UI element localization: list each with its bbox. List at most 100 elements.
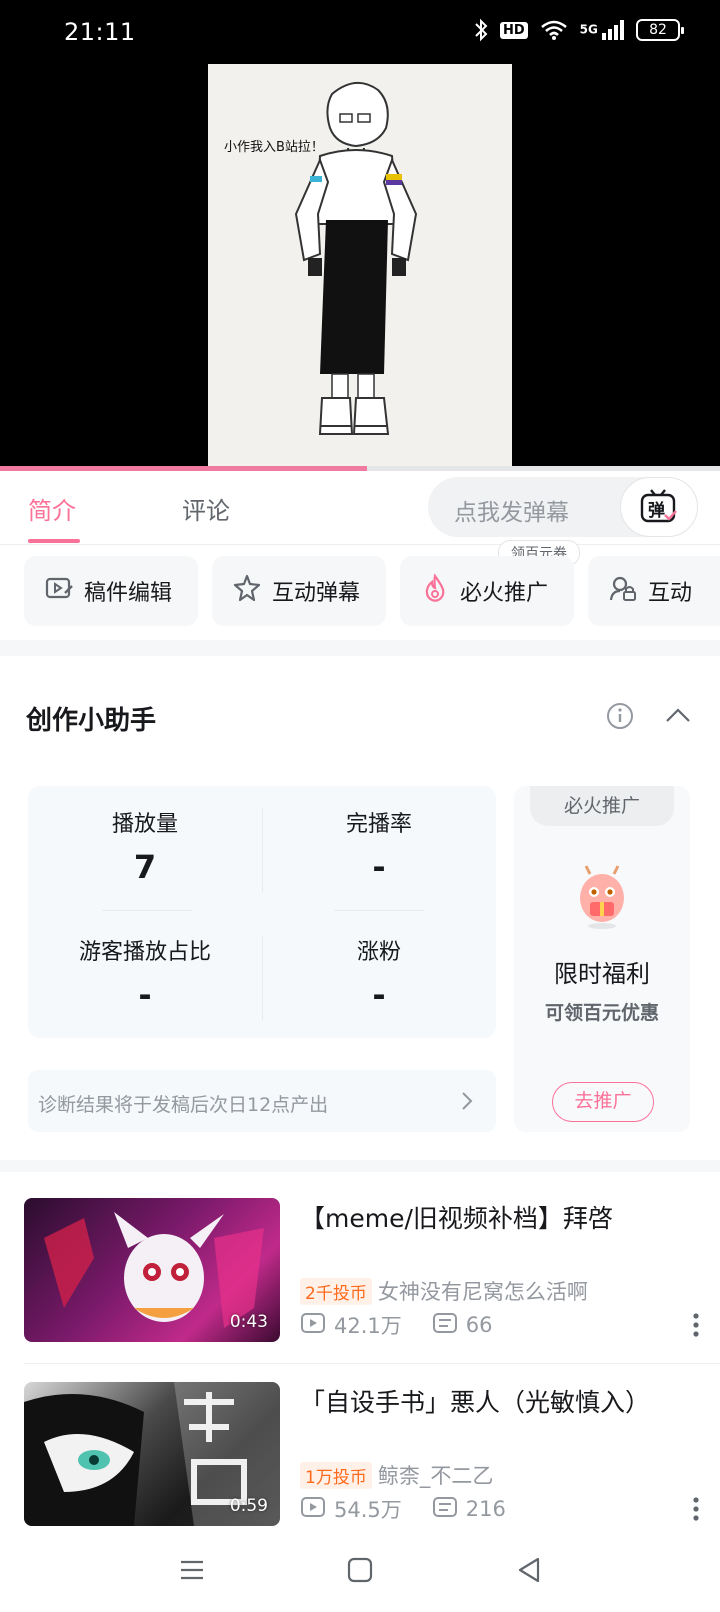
star-icon [232,573,262,609]
danmaku-placeholder: 点我发弹幕 [454,500,569,526]
section-divider [0,640,720,656]
chip-label: 互动弹幕 [272,581,361,606]
related-video-item[interactable]: 0:43 【meme/旧视频补档】拜啓 2千投币 女神没有尼窝怎么活啊 42.1… [24,1198,720,1342]
danmaku-count-icon [432,1312,458,1339]
danmaku-toggle-button[interactable]: 弹 [620,477,698,537]
bluetooth-icon [474,18,488,42]
wifi-icon [540,19,568,41]
coin-badge: 2千投币 [300,1277,372,1305]
chip-label: 稿件编辑 [84,581,173,606]
promo-headline: 限时福利 [554,960,650,988]
video-thumbnail[interactable]: 0:43 [24,1198,280,1342]
battery-icon: 82 [636,19,684,41]
tabs-row: 简介 评论 点我发弹幕 弹 [0,471,720,545]
battery-level: 82 [649,22,667,38]
stat-value: - [372,848,386,886]
promote-button[interactable]: 去推广 [552,1082,654,1122]
related-video-item[interactable]: 0:59 「自设手书」悪人（光敏慎入） 1万投币 鲸柰_不二乙 54.5万 21… [24,1382,720,1526]
edit-video-icon [44,573,74,609]
video-meta: 2千投币 女神没有尼窝怎么活啊 [300,1276,588,1306]
tab-intro[interactable]: 简介 [28,491,76,526]
comment-count: 216 [432,1496,506,1523]
stat-plays: 播放量 7 [28,806,262,886]
status-time: 21:11 [64,18,136,46]
video-author[interactable]: 女神没有尼窝怎么活啊 [378,1276,588,1306]
system-nav-bar [0,1536,720,1612]
video-stats: 42.1万 66 [300,1310,523,1340]
more-options-icon[interactable] [692,1496,700,1526]
stat-value: - [372,976,386,1014]
stat-divider [102,910,192,911]
chip-edit-submission[interactable]: 稿件编辑 [24,556,198,626]
danmaku-count-icon [432,1496,458,1523]
play-count-icon [300,1496,326,1523]
stat-label: 完播率 [345,812,412,837]
stat-label: 游客播放占比 [78,940,211,965]
assistant-title: 创作小助手 [26,706,157,736]
hd-icon: HD [499,21,528,39]
stat-value: - [138,976,152,1014]
info-icon[interactable] [606,702,634,734]
danmaku-toggle-glyph: 弹 [648,501,665,521]
video-title: 【meme/旧视频补档】拜啓 [300,1204,613,1233]
stat-divider [334,910,424,911]
stat-follower-gain: 涨粉 - [262,934,496,1014]
stats-card[interactable]: 播放量 7 完播率 - 游客播放占比 - 涨粉 - [28,786,496,1038]
view-count: 42.1万 [300,1310,402,1340]
video-thumbnail[interactable]: 0:59 [24,1382,280,1526]
diagnosis-row[interactable]: 诊断结果将于发稿后次日12点产出 [28,1070,496,1132]
home-icon[interactable] [346,1556,374,1588]
stat-guest-ratio: 游客播放占比 - [28,934,262,1014]
video-player[interactable]: 小作我入B站拉！ [0,64,720,470]
promo-card[interactable]: 必火推广 限时福利 可领百元优惠 去推广 [514,786,690,1132]
chevron-right-icon [460,1090,474,1117]
video-duration: 0:43 [229,1312,268,1332]
view-count-value: 54.5万 [334,1498,402,1522]
chip-interactive-danmaku[interactable]: 互动弹幕 [212,556,386,626]
stat-label: 涨粉 [356,940,401,965]
more-options-icon[interactable] [692,1312,700,1342]
play-count-icon [300,1312,326,1339]
video-author[interactable]: 鲸柰_不二乙 [378,1460,494,1490]
character-illustration [294,82,418,435]
video-duration: 0:59 [229,1496,268,1516]
chip-promotion[interactable]: 必火推广 [400,556,574,626]
chevron-up-icon[interactable] [664,702,692,734]
promo-tab: 必火推广 [530,786,674,826]
view-count-value: 42.1万 [334,1314,402,1338]
comment-count-value: 216 [465,1497,506,1521]
comment-count-value: 66 [465,1313,493,1337]
stat-label: 播放量 [111,812,178,837]
menu-icon[interactable] [178,1556,206,1588]
promo-subtitle: 可领百元优惠 [544,1002,659,1024]
chip-label: 必火推广 [460,581,549,606]
video-frame: 小作我入B站拉！ [208,64,512,470]
danmaku-input[interactable]: 点我发弹幕 弹 [428,477,698,537]
network-type: 5G [579,22,598,37]
status-icons: HD 5G 82 [474,18,684,42]
list-divider [24,1363,720,1364]
active-tab-indicator [28,539,80,543]
signal-icon: 5G [580,20,624,40]
stat-value: 7 [133,848,157,886]
stat-divider [262,936,263,1020]
back-icon[interactable] [516,1556,544,1588]
video-stats: 54.5万 216 [300,1494,536,1524]
danmaku-toggle-icon: 弹 [639,489,679,525]
coin-badge: 1万投币 [300,1461,372,1489]
status-bar: 21:11 HD 5G 82 [0,0,720,64]
video-title: 「自设手书」悪人（光敏慎入） [300,1388,651,1417]
stat-divider [262,808,263,892]
stat-completion-rate: 完播率 - [262,806,496,886]
fire-icon [420,573,450,609]
section-divider [0,1160,720,1172]
view-count: 54.5万 [300,1494,402,1524]
diagnosis-text: 诊断结果将于发稿后次日12点产出 [38,1094,329,1116]
chip-label: 互动 [648,581,693,606]
comment-count: 66 [432,1312,493,1339]
mascot-gift-icon [576,864,628,934]
action-chips: 稿件编辑 互动弹幕 必火推广 互动 [24,556,720,630]
chip-interaction[interactable]: 互动 [588,556,720,626]
tab-comments[interactable]: 评论 [182,491,230,526]
lock-person-icon [608,573,638,609]
